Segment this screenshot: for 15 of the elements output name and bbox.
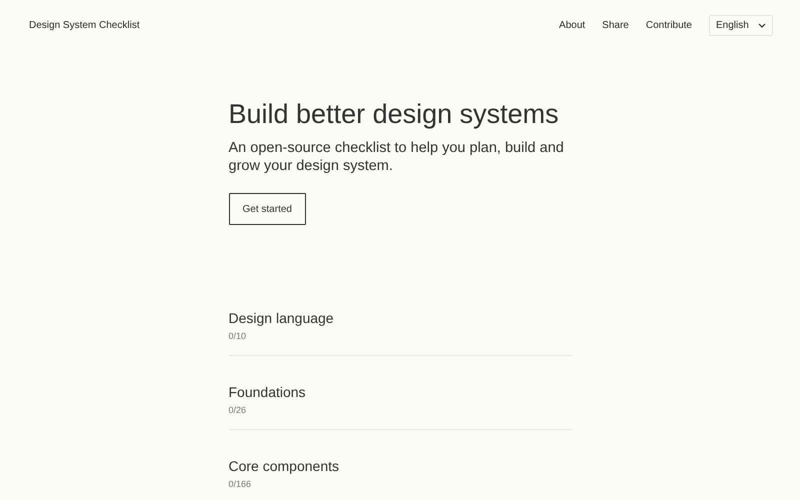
get-started-button[interactable]: Get started <box>228 193 306 225</box>
section-title[interactable]: Design language <box>228 309 334 327</box>
chevron-down-icon <box>758 22 766 28</box>
section-title[interactable]: Foundations <box>228 383 306 401</box>
item-count: 0/166 <box>228 479 252 489</box>
site-title[interactable]: Design System Checklist <box>29 20 140 30</box>
hero-title: Build better design systems <box>228 98 560 130</box>
item-count: 0/26 <box>228 405 246 415</box>
hero-subtitle: An open-source checklist to help you plan, build and grow your design system. <box>228 139 565 175</box>
item-count: 0/10 <box>228 331 246 341</box>
section-title[interactable]: Core components <box>228 457 340 475</box>
nav-link[interactable]: About <box>559 20 586 30</box>
nav-link[interactable]: Contribute <box>646 20 692 30</box>
nav-link[interactable]: Share <box>602 20 629 30</box>
language-select[interactable]: English <box>709 14 773 36</box>
